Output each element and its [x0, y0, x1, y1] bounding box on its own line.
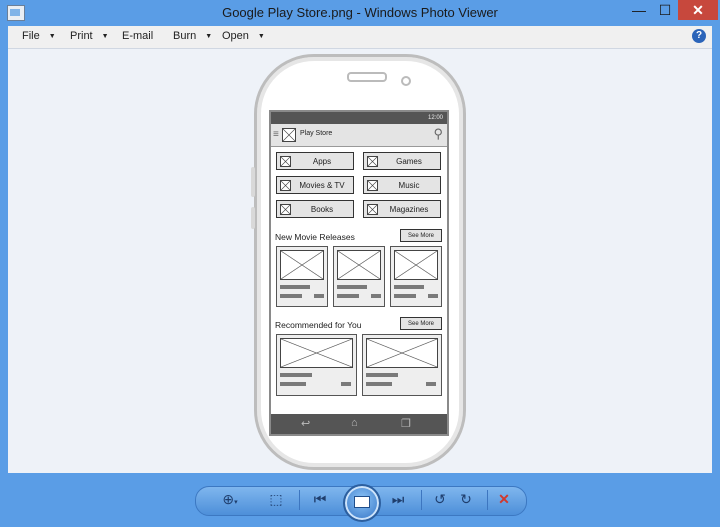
text-placeholder: [280, 382, 306, 386]
previous-icon[interactable]: ⏮: [309, 491, 331, 508]
image-canvas: 12:00 ≡ Play Store ⚲ Apps Games Movies &…: [8, 49, 712, 473]
camera-icon: [401, 76, 411, 86]
text-placeholder: [394, 285, 424, 289]
text-placeholder: [337, 285, 367, 289]
text-placeholder: [394, 294, 416, 298]
category-label: Music: [398, 181, 420, 190]
actual-size-icon[interactable]: ⬚: [265, 491, 287, 508]
delete-icon[interactable]: ✕: [493, 491, 515, 508]
image-placeholder: [280, 204, 291, 215]
app-card: [362, 334, 442, 396]
category-games: Games: [363, 152, 441, 170]
zoom-icon[interactable]: ⊕▾: [219, 491, 241, 508]
search-icon: ⚲: [433, 126, 443, 141]
menu-bar: File ▼ Print ▼ E-mail Burn ▼ Open ▼ ?: [8, 26, 712, 49]
movie-card: [276, 246, 328, 307]
menu-email[interactable]: E-mail: [122, 30, 153, 42]
image-placeholder: [280, 180, 291, 191]
speaker-icon: [347, 72, 387, 82]
image-placeholder: [367, 180, 378, 191]
category-movies-tv: Movies & TV: [276, 176, 354, 194]
app-title: Play Store: [300, 130, 333, 137]
category-books: Books: [276, 200, 354, 218]
home-icon: ⌂: [351, 417, 358, 429]
category-label: Movies & TV: [299, 181, 345, 190]
text-placeholder: [337, 294, 359, 298]
text-placeholder: [280, 294, 302, 298]
app-card: [276, 334, 357, 396]
action-bar: ≡ Play Store ⚲: [271, 124, 447, 147]
toolbar-divider: [421, 490, 422, 510]
see-more-button: See More: [400, 317, 442, 330]
power-button: [251, 207, 255, 229]
close-button[interactable]: ✕: [678, 0, 718, 20]
app-logo-placeholder: [282, 128, 296, 142]
menu-icon: ≡: [273, 129, 279, 140]
menu-file[interactable]: File ▼: [22, 30, 56, 42]
help-icon[interactable]: ?: [692, 29, 706, 43]
menu-open[interactable]: Open ▼: [222, 30, 265, 42]
image-placeholder: [337, 250, 381, 280]
image-placeholder: [367, 204, 378, 215]
image-placeholder: [280, 156, 291, 167]
title-bar: Google Play Store.png - Windows Photo Vi…: [0, 0, 720, 26]
bottom-toolbar: ⊕▾ ⬚ ⏮ ⏭ ↺ ↻ ✕: [0, 473, 720, 527]
menu-burn-label: Burn: [173, 30, 197, 42]
chevron-down-icon: ▼: [101, 33, 109, 40]
category-label: Apps: [312, 157, 332, 166]
category-music: Music: [363, 176, 441, 194]
slideshow-icon[interactable]: [343, 484, 381, 522]
toolbar-divider: [299, 490, 300, 510]
recent-apps-icon: ❐: [401, 418, 411, 430]
text-placeholder: [280, 373, 312, 377]
image-placeholder: [394, 250, 438, 280]
menu-email-label: E-mail: [122, 30, 154, 42]
menu-print-label: Print: [70, 30, 93, 42]
phone-mockup: 12:00 ≡ Play Store ⚲ Apps Games Movies &…: [251, 54, 466, 470]
chevron-down-icon: ▼: [48, 33, 56, 40]
next-icon[interactable]: ⏭: [387, 491, 409, 508]
text-placeholder: [371, 294, 381, 298]
category-apps: Apps: [276, 152, 354, 170]
category-magazines: Magazines: [363, 200, 441, 218]
text-placeholder: [426, 382, 436, 386]
menu-print[interactable]: Print ▼: [70, 30, 109, 42]
text-placeholder: [366, 373, 398, 377]
image-placeholder: [367, 156, 378, 167]
movie-card: [333, 246, 385, 307]
window-title: Google Play Store.png - Windows Photo Vi…: [222, 5, 498, 20]
text-placeholder: [341, 382, 351, 386]
text-placeholder: [280, 285, 310, 289]
movie-card: [390, 246, 442, 307]
category-label: Magazines: [389, 205, 429, 214]
menu-open-label: Open: [222, 30, 249, 42]
chevron-down-icon: ▼: [205, 33, 213, 40]
status-time: 12:00: [427, 115, 443, 121]
section-title-recommended: Recommended for You: [275, 320, 362, 330]
section-title-new-movies: New Movie Releases: [275, 232, 355, 242]
category-label: Games: [396, 157, 422, 166]
nav-bar: ↩ ⌂ ❐: [271, 414, 447, 434]
maximize-button[interactable]: ☐: [652, 0, 678, 20]
text-placeholder: [428, 294, 438, 298]
phone-screen: 12:00 ≡ Play Store ⚲ Apps Games Movies &…: [269, 110, 449, 436]
see-more-button: See More: [400, 229, 442, 242]
rotate-left-icon[interactable]: ↺: [429, 491, 451, 508]
image-placeholder: [280, 338, 353, 368]
rotate-right-icon[interactable]: ↻: [455, 491, 477, 508]
volume-button: [251, 167, 255, 197]
menu-burn[interactable]: Burn ▼: [173, 30, 212, 42]
back-icon: ↩: [301, 418, 311, 430]
category-label: Books: [310, 205, 334, 214]
text-placeholder: [366, 382, 392, 386]
text-placeholder: [314, 294, 324, 298]
minimize-button[interactable]: —: [626, 0, 652, 20]
image-placeholder: [280, 250, 324, 280]
chevron-down-icon: ▼: [257, 33, 265, 40]
image-placeholder: [366, 338, 438, 368]
toolbar-divider: [487, 490, 488, 510]
status-bar: 12:00: [271, 112, 447, 124]
menu-file-label: File: [22, 30, 40, 42]
